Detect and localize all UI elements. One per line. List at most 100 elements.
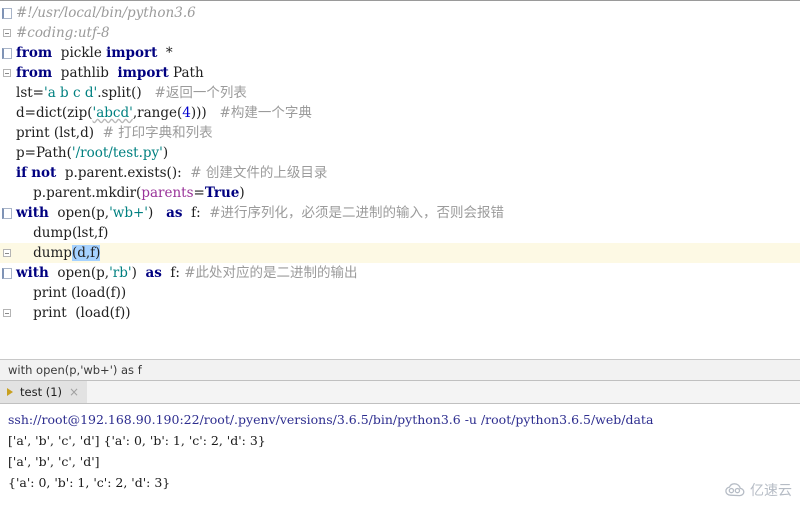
code-token: 'abcd' [92, 105, 133, 121]
code-token: (lst,d) [49, 125, 103, 141]
gutter-fold-collapsed[interactable] [0, 23, 13, 43]
code-token: # 打印字典和列表 [102, 125, 213, 141]
ide-window: #!/usr/local/bin/python3.6 #coding:utf-8 f… [0, 0, 800, 506]
code-line[interactable]: lst='a b c d'.split() #返回一个列表 [0, 83, 800, 103]
code-token: '/root/test.py' [71, 145, 163, 161]
code-line[interactable]: #!/usr/local/bin/python3.6 [0, 3, 800, 23]
gutter-fold-empty [0, 283, 13, 303]
code-token: * [157, 45, 173, 61]
gutter-fold-empty [0, 143, 13, 163]
code-token: import [106, 45, 158, 61]
code-token: = [193, 185, 205, 201]
gutter-fold-region[interactable] [0, 203, 13, 223]
console-output-line: ['a', 'b', 'c', 'd'] {'a': 0, 'b': 1, 'c… [8, 433, 266, 448]
code-token: pickle [52, 45, 107, 61]
code-token: ) [162, 145, 169, 161]
code-line-text: dump(lst,f) [0, 223, 108, 243]
code-editor[interactable]: #!/usr/local/bin/python3.6 #coding:utf-8 f… [0, 0, 800, 359]
fold-marker-icon [3, 89, 11, 97]
code-token: as [166, 205, 183, 221]
run-tool-tabbar[interactable]: test (1) × [0, 381, 800, 404]
code-token: Path [168, 65, 204, 81]
code-token: ) [148, 205, 167, 221]
code-token: #返回一个列表 [154, 85, 247, 101]
code-token: #此处对应的是二进制的输出 [184, 265, 358, 281]
gutter-fold-empty [0, 183, 13, 203]
code-token: print (load(f)) [16, 285, 127, 301]
code-token: # 创建文件的上级目录 [190, 165, 328, 181]
code-token: print [16, 125, 50, 141]
tab-label: test (1) [20, 385, 63, 399]
code-token: ) [131, 265, 146, 281]
code-line-text: p=Path('/root/test.py') [0, 143, 168, 163]
gutter-fold-empty [0, 123, 13, 143]
code-token: import [117, 65, 169, 81]
fold-marker-icon [3, 189, 11, 197]
code-token: #构建一个字典 [219, 105, 312, 121]
code-token: lst= [16, 85, 44, 101]
fold-marker-icon [2, 69, 11, 77]
code-token: p.parent.exists(): [56, 165, 191, 181]
code-token: f: [182, 205, 210, 221]
code-token: as [145, 265, 162, 281]
code-token: open(p, [48, 265, 110, 281]
code-line[interactable]: print (lst,d) # 打印字典和列表 [0, 123, 800, 143]
code-token: p=Path( [16, 145, 72, 161]
code-line-text: lst='a b c d'.split() #返回一个列表 [0, 83, 247, 103]
code-line[interactable]: dump(d,f) [0, 243, 800, 263]
code-line-text: p.parent.mkdir(parents=True) [0, 183, 245, 203]
code-line[interactable]: print (load(f)) [0, 303, 800, 323]
watermark: 亿速云 [724, 480, 792, 500]
code-line[interactable]: from pickle import * [0, 43, 800, 63]
code-line-text: if not p.parent.exists(): # 创建文件的上级目录 [0, 163, 327, 183]
gutter-fold-region[interactable] [0, 3, 13, 23]
fold-marker-icon [2, 47, 12, 59]
fold-marker-icon [3, 129, 11, 137]
code-token: #!/usr/local/bin/python3.6 [16, 5, 196, 21]
gutter-fold-collapsed[interactable] [0, 303, 13, 323]
code-line[interactable]: if not p.parent.exists(): # 创建文件的上级目录 [0, 163, 800, 183]
code-token: ))) [190, 105, 220, 121]
code-token: True [204, 185, 240, 201]
code-line[interactable]: from pathlib import Path [0, 63, 800, 83]
gutter-fold-collapsed[interactable] [0, 243, 13, 263]
code-line-text: from pickle import * [0, 43, 173, 63]
code-line[interactable]: p.parent.mkdir(parents=True) [0, 183, 800, 203]
code-line-text: #!/usr/local/bin/python3.6 [0, 3, 196, 23]
fold-marker-icon [2, 29, 11, 37]
code-lines[interactable]: #!/usr/local/bin/python3.6 #coding:utf-8 f… [0, 1, 800, 323]
gutter-fold-region[interactable] [0, 43, 13, 63]
run-console-output[interactable]: ssh://root@192.168.90.190:22/root/.pyenv… [0, 404, 800, 506]
breadcrumb[interactable]: with open(p,'wb+') as f [0, 359, 800, 381]
fold-marker-icon [2, 267, 12, 279]
code-token: pathlib [52, 65, 118, 81]
code-token: dump(lst,f) [16, 225, 109, 241]
code-line-text: print (load(f)) [0, 303, 130, 323]
code-line[interactable]: with open(p,'rb') as f: #此处对应的是二进制的输出 [0, 263, 800, 283]
fold-marker-icon [2, 207, 12, 219]
code-line[interactable]: with open(p,'wb+') as f: #进行序列化，必须是二进制的输… [0, 203, 800, 223]
gutter-fold-empty [0, 223, 13, 243]
fold-marker-icon [3, 169, 11, 177]
code-line[interactable]: d=dict(zip('abcd',range(4))) #构建一个字典 [0, 103, 800, 123]
code-line-text: from pathlib import Path [0, 63, 204, 83]
run-icon [6, 387, 15, 397]
code-line[interactable]: #coding:utf-8 [0, 23, 800, 43]
code-line[interactable]: dump(lst,f) [0, 223, 800, 243]
code-token: #进行序列化，必须是二进制的输入，否则会报错 [209, 205, 505, 221]
code-token: dump [16, 245, 72, 261]
code-line-text: d=dict(zip('abcd',range(4))) #构建一个字典 [0, 103, 312, 123]
code-token: if [16, 165, 27, 181]
code-token: ,range( [132, 105, 183, 121]
breadcrumb-text: with open(p,'wb+') as f [8, 363, 142, 377]
gutter-fold-region[interactable] [0, 263, 13, 283]
gutter-fold-collapsed[interactable] [0, 63, 13, 83]
code-line[interactable]: print (load(f)) [0, 283, 800, 303]
code-token: from [16, 65, 53, 81]
tab-test-1[interactable]: test (1) × [0, 381, 88, 403]
code-line[interactable]: p=Path('/root/test.py') [0, 143, 800, 163]
close-icon[interactable]: × [69, 386, 79, 398]
watermark-text: 亿速云 [750, 483, 792, 499]
tabbar-empty-space [87, 381, 800, 403]
gutter-fold-empty [0, 103, 13, 123]
